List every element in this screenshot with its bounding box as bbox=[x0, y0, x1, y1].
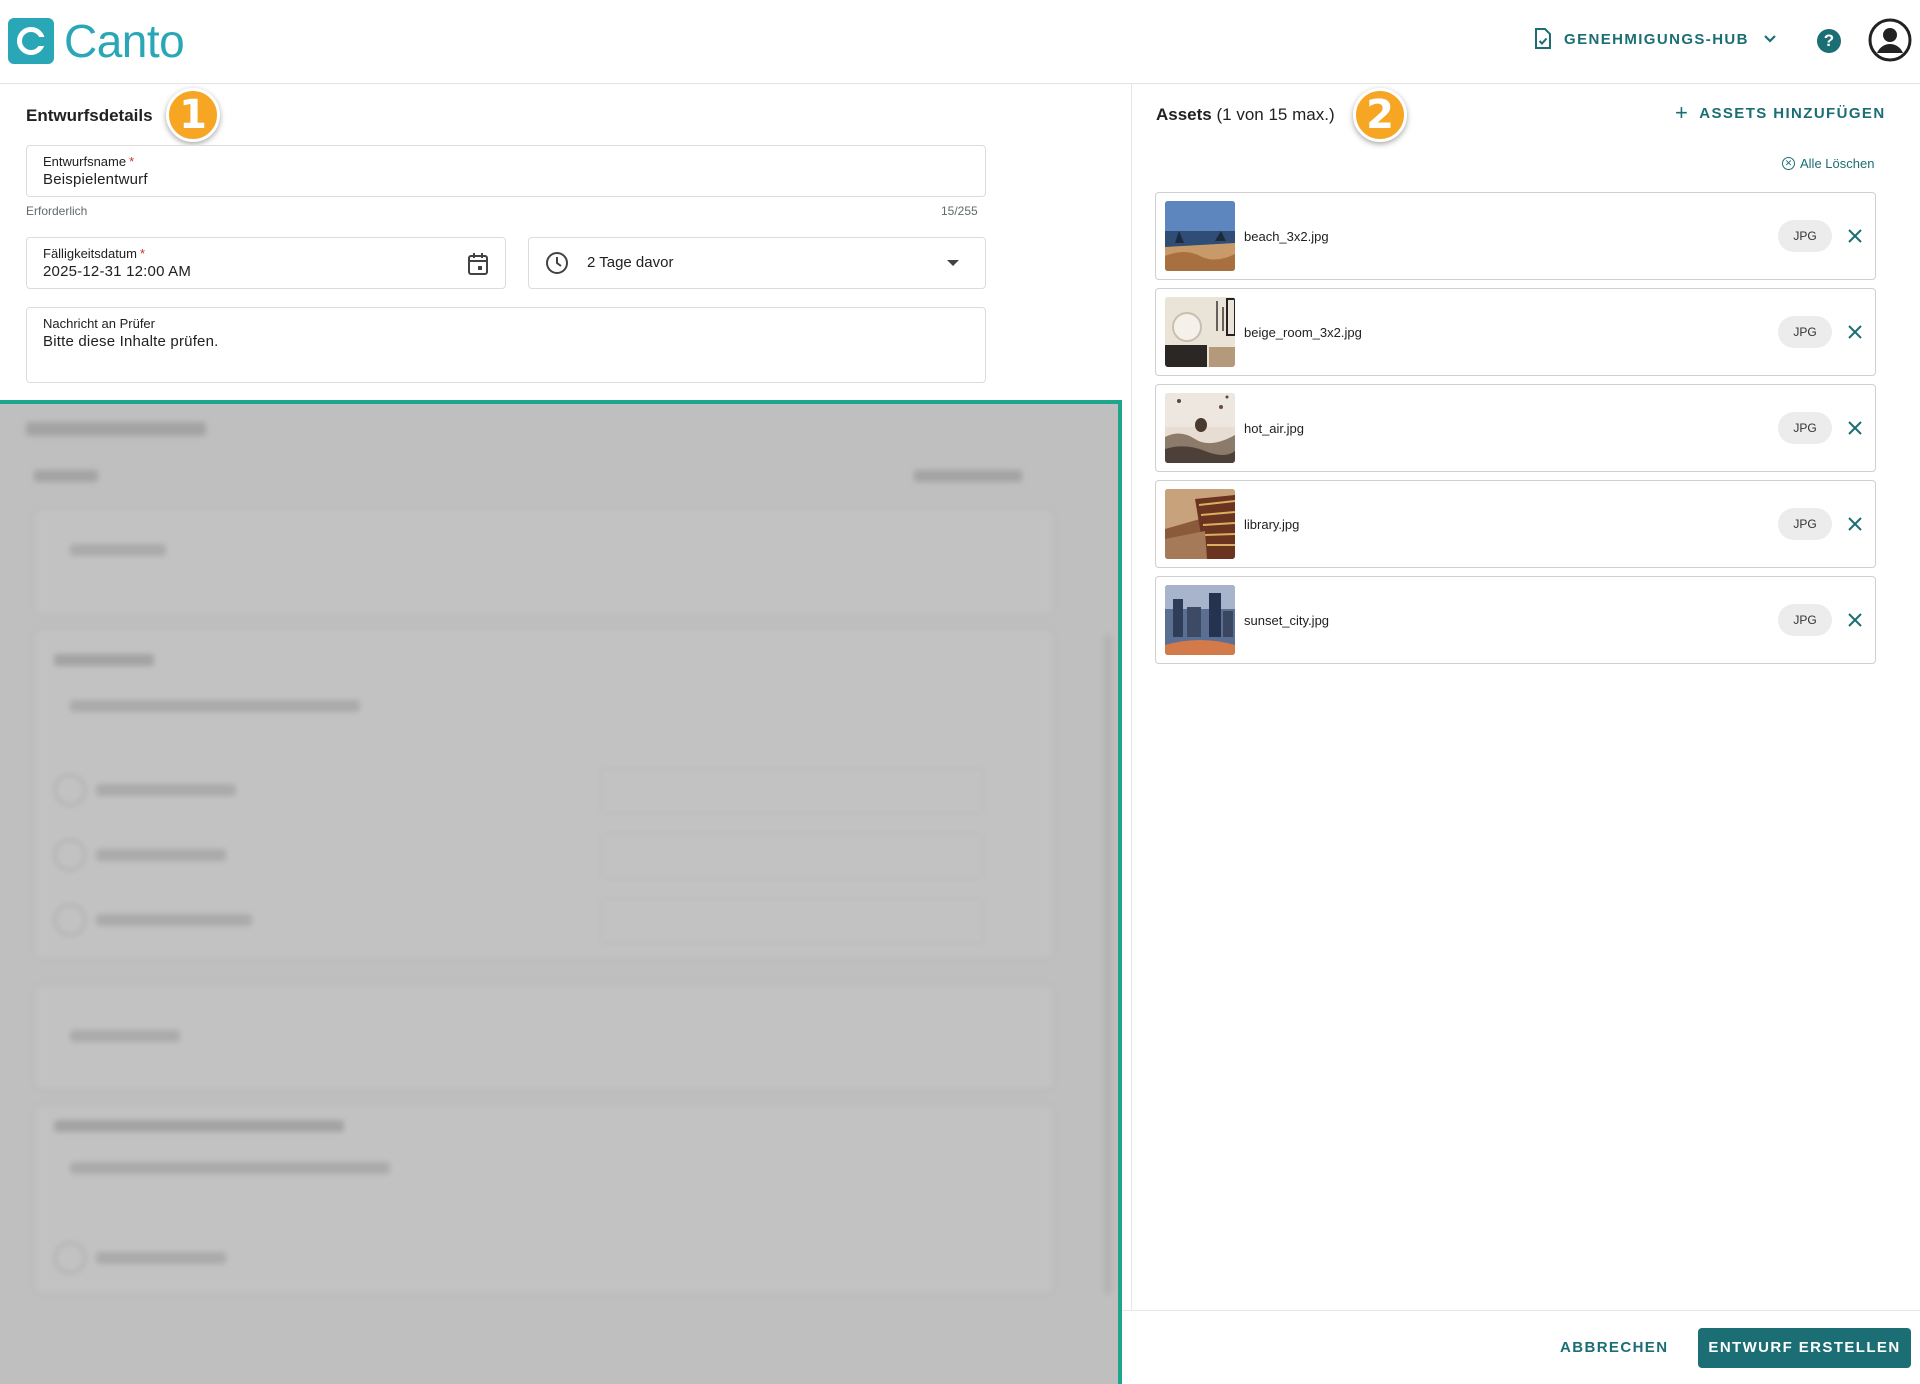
required-mark: * bbox=[139, 246, 145, 261]
asset-type-chip: JPG bbox=[1778, 412, 1832, 444]
dropdown-caret-icon bbox=[947, 260, 959, 266]
asset-thumbnail bbox=[1165, 585, 1235, 655]
remove-asset-icon[interactable] bbox=[1844, 225, 1866, 247]
dimmed-reviewers-section bbox=[0, 400, 1122, 1384]
asset-filename: sunset_city.jpg bbox=[1244, 613, 1330, 628]
draft-details-title: Entwurfsdetails bbox=[26, 106, 153, 125]
asset-thumbnail bbox=[1165, 297, 1235, 367]
plus-icon: + bbox=[1675, 100, 1690, 125]
add-assets-label: ASSETS HINZUFÜGEN bbox=[1699, 104, 1886, 122]
reminder-value: 2 Tage davor bbox=[587, 254, 674, 271]
reviewer-message-value: Bitte diese Inhalte prüfen. bbox=[43, 333, 219, 350]
asset-filename: library.jpg bbox=[1244, 517, 1300, 532]
top-bar: Canto GENEHMIGUNGS-HUB ? bbox=[0, 0, 1920, 84]
approval-hub-menu[interactable]: GENEHMIGUNGS-HUB bbox=[1534, 28, 1777, 50]
asset-row[interactable]: beige_room_3x2.jpg JPG bbox=[1155, 288, 1876, 376]
cancel-button[interactable]: ABBRECHEN bbox=[1560, 1339, 1668, 1356]
remove-asset-icon[interactable] bbox=[1844, 513, 1866, 535]
draft-name-hint: Erforderlich bbox=[26, 204, 88, 218]
blurred-content bbox=[0, 404, 1118, 1384]
due-date-field[interactable]: Fälligkeitsdatum * 2025-12-31 12:00 AM bbox=[26, 237, 506, 289]
scrollbar bbox=[1104, 634, 1112, 1294]
help-icon[interactable]: ? bbox=[1817, 29, 1841, 53]
remove-asset-icon[interactable] bbox=[1844, 321, 1866, 343]
due-date-value: 2025-12-31 12:00 AM bbox=[43, 263, 192, 280]
canto-logo-icon bbox=[8, 18, 54, 64]
asset-type-chip: JPG bbox=[1778, 604, 1832, 636]
draft-name-counter: 15/255 bbox=[941, 204, 978, 218]
assets-title: Assets (1 von 15 max.) bbox=[1156, 105, 1335, 125]
asset-row[interactable]: hot_air.jpg JPG bbox=[1155, 384, 1876, 472]
draft-name-label: Entwurfsname bbox=[43, 154, 127, 169]
approval-hub-label: GENEHMIGUNGS-HUB bbox=[1564, 30, 1749, 48]
due-date-label: Fälligkeitsdatum bbox=[43, 246, 137, 261]
asset-thumbnail bbox=[1165, 393, 1235, 463]
asset-row[interactable]: library.jpg JPG bbox=[1155, 480, 1876, 568]
step-badge-1: 1 bbox=[166, 88, 220, 142]
draft-name-value: Beispielentwurf bbox=[43, 171, 148, 188]
asset-type-chip: JPG bbox=[1778, 316, 1832, 348]
assets-count: (1 von 15 max.) bbox=[1216, 105, 1335, 124]
required-mark: * bbox=[129, 154, 135, 169]
assets-title-label: Assets bbox=[1156, 105, 1212, 124]
step-badge-2: 2 bbox=[1353, 88, 1407, 142]
remove-asset-icon[interactable] bbox=[1844, 417, 1866, 439]
add-assets-button[interactable]: + ASSETS HINZUFÜGEN bbox=[1675, 100, 1886, 125]
asset-row[interactable]: beach_3x2.jpg JPG bbox=[1155, 192, 1876, 280]
asset-thumbnail bbox=[1165, 201, 1235, 271]
chevron-down-icon bbox=[1764, 35, 1776, 43]
create-draft-button[interactable]: ENTWURF ERSTELLEN bbox=[1698, 1328, 1911, 1368]
asset-thumbnail bbox=[1165, 489, 1235, 559]
clear-circle-icon: ✕ bbox=[1782, 157, 1795, 170]
asset-filename: beach_3x2.jpg bbox=[1244, 229, 1329, 244]
clear-all-button[interactable]: ✕ Alle Löschen bbox=[1782, 156, 1874, 171]
canto-logo[interactable]: Canto bbox=[8, 15, 185, 67]
brand-name: Canto bbox=[64, 15, 185, 67]
document-check-icon bbox=[1535, 28, 1551, 49]
reminder-select[interactable]: 2 Tage davor bbox=[528, 237, 986, 289]
asset-row[interactable]: sunset_city.jpg JPG bbox=[1155, 576, 1876, 664]
clear-all-label: Alle Löschen bbox=[1800, 156, 1875, 171]
asset-type-chip: JPG bbox=[1778, 508, 1832, 540]
reviewer-message-field[interactable]: Nachricht an Prüfer Bitte diese Inhalte … bbox=[26, 307, 986, 383]
clock-icon bbox=[546, 252, 568, 274]
user-avatar-icon[interactable] bbox=[1868, 18, 1912, 62]
asset-filename: beige_room_3x2.jpg bbox=[1244, 325, 1362, 340]
asset-filename: hot_air.jpg bbox=[1244, 421, 1304, 436]
draft-name-field[interactable]: Entwurfsname * Beispielentwurf bbox=[26, 145, 986, 197]
remove-asset-icon[interactable] bbox=[1844, 609, 1866, 631]
reviewer-message-label: Nachricht an Prüfer bbox=[43, 316, 155, 331]
calendar-icon[interactable] bbox=[467, 252, 489, 276]
asset-type-chip: JPG bbox=[1778, 220, 1832, 252]
